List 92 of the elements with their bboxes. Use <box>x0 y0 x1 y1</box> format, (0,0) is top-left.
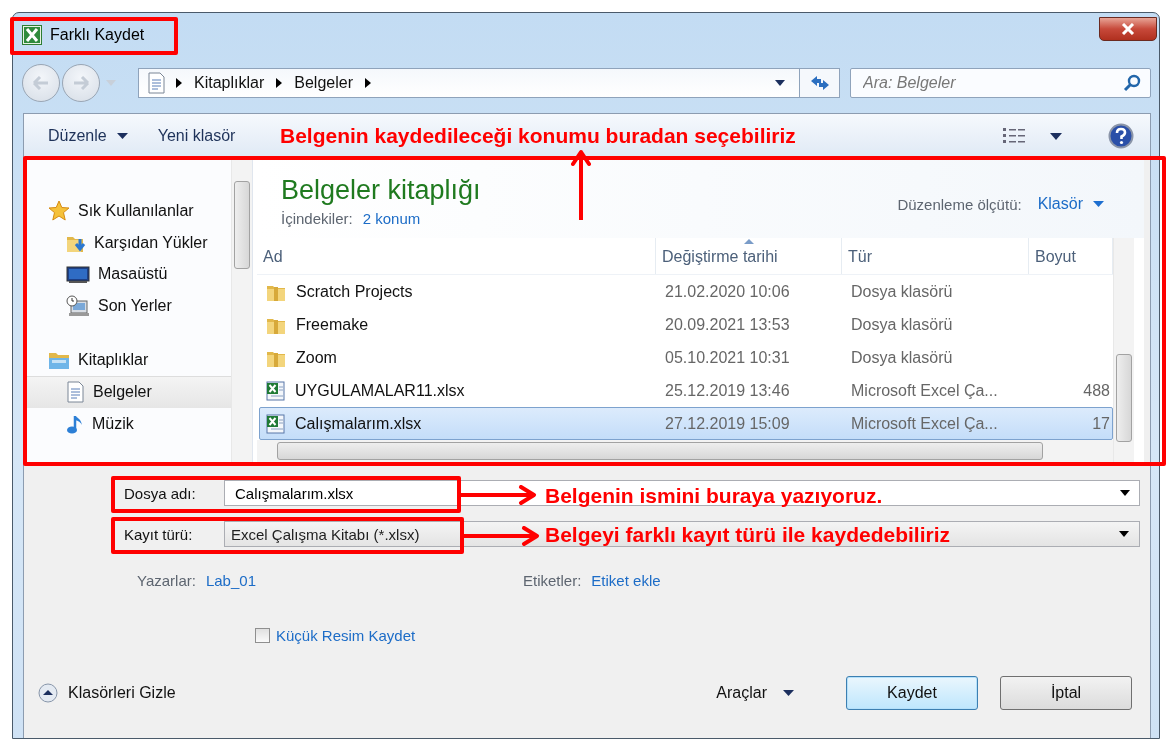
close-icon <box>1120 23 1136 35</box>
music-note-icon <box>66 413 84 435</box>
column-header[interactable]: Tür <box>842 238 1029 274</box>
nav-item[interactable]: Belgeler <box>24 375 231 409</box>
new-folder-button[interactable]: Yeni klasör <box>145 123 248 149</box>
caret-icon[interactable] <box>1050 132 1062 140</box>
add-tag-link[interactable]: Etiket ekle <box>591 572 661 589</box>
nav-item[interactable]: Sık Kullanılanlar <box>24 195 231 227</box>
date-cell-text: 25.12.2019 13:46 <box>664 381 791 400</box>
collapse-icon <box>38 683 58 703</box>
type-cell-text: Dosya klasörü <box>850 348 954 367</box>
column-header[interactable]: Ad <box>257 238 656 274</box>
document-icon <box>66 381 85 404</box>
tags-label: Etiketler: <box>523 572 582 589</box>
date-cell-text: 20.09.2021 13:53 <box>664 315 791 334</box>
arrow <box>571 150 591 220</box>
file-row[interactable]: Freemake 20.09.2021 13:53 Dosya klasörü <box>259 308 1113 341</box>
address-bar[interactable]: Kitaplıklar Belgeler <box>138 68 800 98</box>
column-header[interactable]: Değiştirme tarihi <box>656 238 842 274</box>
refresh-button[interactable] <box>800 68 840 98</box>
type-cell-text: Dosya klasörü <box>850 315 954 334</box>
checkbox[interactable] <box>255 628 270 643</box>
file-name-label: Dosya adı: <box>123 484 197 502</box>
authors-link[interactable]: Lab_01 <box>205 572 256 589</box>
caret-icon[interactable] <box>1120 490 1130 496</box>
breadcrumb[interactable]: Belgeler <box>294 74 353 92</box>
nav-item[interactable]: Karşıdan Yükler <box>24 226 231 259</box>
file-name[interactable]: Zoom <box>296 348 337 367</box>
file-row[interactable]: Scratch Projects 21.02.2020 10:06 Dosya klasörü <box>259 275 1113 308</box>
tools-button[interactable]: Araçlar <box>716 684 794 702</box>
chevron-icon <box>364 78 371 88</box>
authors-label: Yazarlar: <box>137 572 196 589</box>
file-name[interactable]: Calışmalarım.xlsx <box>295 414 422 433</box>
spreadsheet-icon <box>266 413 285 434</box>
date-cell-text: 21.02.2020 10:06 <box>664 282 791 301</box>
annotation-text: Belgeyi farklı kayıt türü ile kaydedebiliriz <box>545 523 950 547</box>
save-button[interactable]: Kaydet <box>846 676 978 710</box>
file-row[interactable]: UYGULAMALAR11.xlsx 25.12.2019 13:46 Microsoft Excel Ça... 488 <box>259 374 1113 407</box>
annotation-text: Belgenin kaydedileceği konumu buradan seçebiliriz <box>280 124 796 148</box>
spreadsheet-icon <box>266 380 285 401</box>
type-cell-text: Microsoft Excel Ça... <box>850 381 999 400</box>
file-name[interactable]: UYGULAMALAR11.xlsx <box>295 381 465 400</box>
search-icon <box>1123 74 1141 92</box>
document-icon <box>147 72 166 94</box>
file-name[interactable]: Scratch Projects <box>296 282 413 301</box>
date-cell-text: 27.12.2019 15:09 <box>664 414 791 433</box>
annotation-text: Belgenin ismini buraya yazıyoruz. <box>545 484 883 508</box>
locations-link[interactable]: 2 konum <box>362 210 421 227</box>
sort-arrow-icon <box>743 239 754 244</box>
window-title: Farklı Kaydet <box>50 26 145 44</box>
arrange-label: Düzenleme ölçütü: <box>897 195 1022 213</box>
nav-item[interactable]: Son Yerler <box>24 290 231 322</box>
caret-icon <box>1093 201 1104 207</box>
scrollbar[interactable] <box>257 440 1113 462</box>
nav-item[interactable]: Masaüstü <box>24 258 231 291</box>
view-list-icon <box>1002 127 1026 145</box>
arrange-dropdown[interactable]: Klasör <box>1037 195 1104 213</box>
nav-item[interactable]: Kitaplıklar <box>24 343 231 376</box>
type-cell-text: Microsoft Excel Ça... <box>850 414 999 433</box>
library-title: Belgeler kitaplığı <box>281 175 481 206</box>
forward-arrow-icon <box>72 76 90 90</box>
cancel-button[interactable]: İptal <box>1000 676 1132 710</box>
spreadsheet-icon <box>22 25 42 45</box>
save-thumbnail-label[interactable]: Küçük Resim Kaydet <box>276 627 416 644</box>
breadcrumb[interactable]: Kitaplıklar <box>194 74 265 92</box>
file-row[interactable]: Zoom 05.10.2021 10:31 Dosya klasörü <box>259 341 1113 374</box>
help-icon[interactable] <box>1108 123 1134 149</box>
recent-places-icon <box>66 295 90 317</box>
star-icon <box>48 200 70 222</box>
caret-icon[interactable] <box>1119 531 1129 537</box>
nav-item[interactable]: Müzik <box>24 408 231 441</box>
scrollbar[interactable] <box>1113 238 1134 462</box>
file-type-label: Kayıt türü: <box>123 525 194 543</box>
close-button[interactable] <box>1099 17 1157 41</box>
includes-label: İçindekiler: <box>281 210 353 227</box>
back-arrow-icon <box>32 76 50 90</box>
chevron-icon <box>276 78 283 88</box>
size-cell: 488 <box>1083 381 1110 399</box>
size-cell: 17 <box>1092 414 1110 432</box>
caret-icon <box>783 690 794 696</box>
monitor-icon <box>66 264 90 284</box>
chevron-icon <box>176 78 182 88</box>
caret-icon <box>116 133 128 139</box>
organize-button[interactable]: Düzenle <box>36 123 140 149</box>
date-cell-text: 05.10.2021 10:31 <box>664 348 791 367</box>
scrollbar[interactable] <box>231 159 252 462</box>
type-cell-text: Dosya klasörü <box>850 282 954 301</box>
file-row[interactable]: Calışmalarım.xlsx 27.12.2019 15:09 Microsoft Excel Ça... 17 <box>259 407 1113 440</box>
hide-folders-button[interactable]: Klasörleri Gizle <box>38 683 176 703</box>
file-name[interactable]: Freemake <box>296 315 369 334</box>
caret-icon[interactable] <box>775 80 785 86</box>
search-field[interactable]: Ara: Belgeler <box>850 68 1151 98</box>
